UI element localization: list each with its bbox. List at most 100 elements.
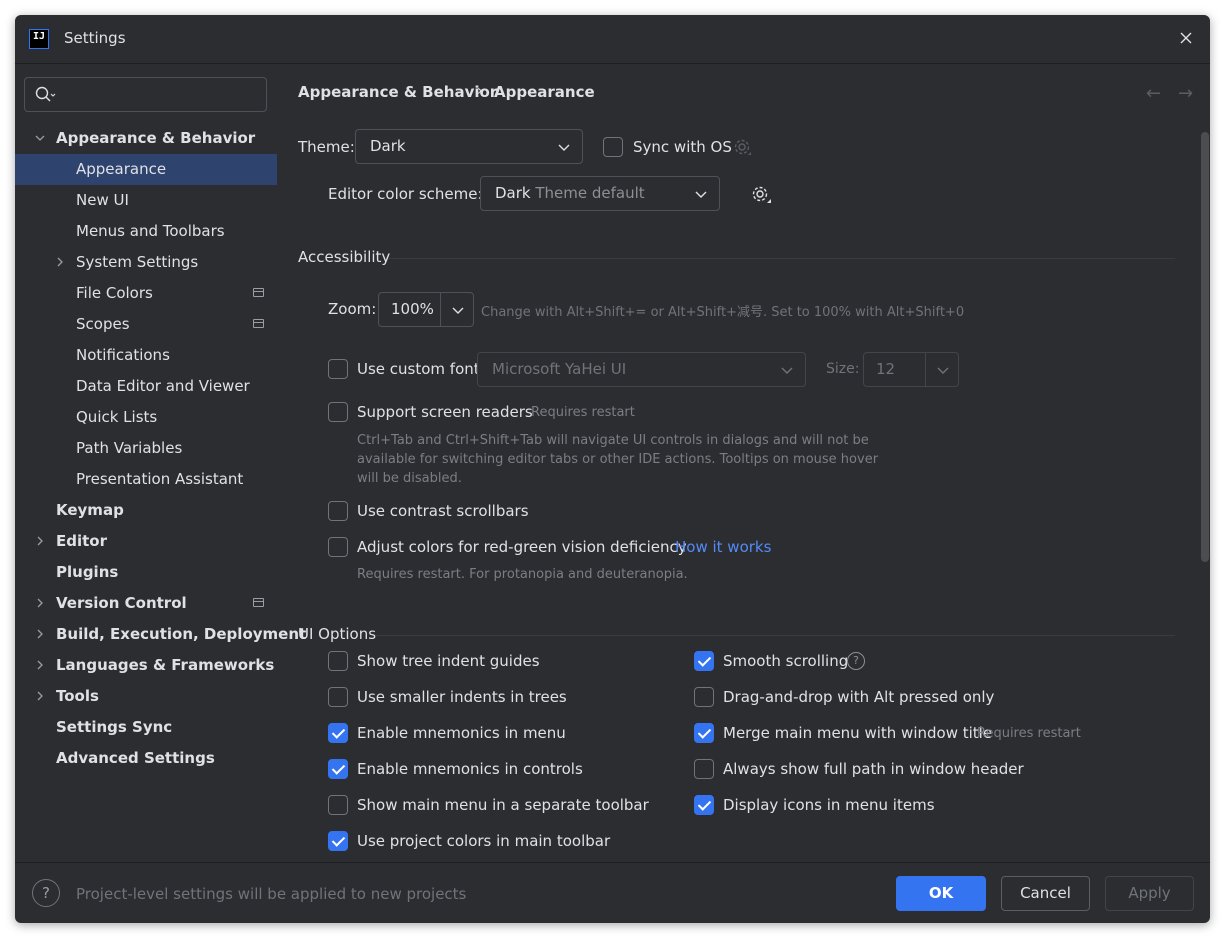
sidebar-item[interactable]: System Settings [15, 247, 277, 278]
sync-with-os-checkbox[interactable] [603, 137, 623, 157]
sidebar-item-label: Menus and Toolbars [76, 222, 225, 240]
breadcrumb-parent[interactable]: Appearance & Behavior [298, 83, 497, 101]
theme-label: Theme: [298, 138, 355, 156]
back-arrow-icon[interactable]: ← [1146, 83, 1161, 104]
sidebar-item[interactable]: Path Variables [15, 433, 277, 464]
settings-dialog: IJ Settings Appearance & Behavior Appeara… [15, 15, 1210, 923]
option-checkbox[interactable] [694, 723, 714, 743]
sidebar-item[interactable]: Menus and Toolbars [15, 216, 277, 247]
sidebar-item-label: Notifications [76, 346, 170, 364]
sidebar-item-label: Version Control [56, 594, 187, 612]
option-checkbox[interactable] [328, 723, 348, 743]
chevron-right-icon[interactable] [35, 660, 45, 670]
sidebar-item[interactable]: File Colors [15, 278, 277, 309]
project-level-icon [253, 288, 264, 297]
sidebar-item[interactable]: New UI [15, 185, 277, 216]
option-label: Display icons in menu items [723, 796, 935, 814]
option-label: Show tree indent guides [357, 652, 540, 670]
help-icon[interactable]: ? [847, 652, 865, 670]
title-bar: IJ Settings [15, 15, 1210, 64]
chevron-down-icon[interactable] [35, 133, 45, 143]
red-green-label: Adjust colors for red-green vision defic… [357, 538, 687, 556]
editor-color-scheme-value: Dark Theme default [495, 184, 645, 202]
sidebar-item[interactable]: Editor [15, 526, 277, 557]
editor-color-scheme-label: Editor color scheme: [328, 185, 483, 203]
option-checkbox[interactable] [694, 687, 714, 707]
sync-with-os-label: Sync with OS [633, 138, 732, 156]
apply-button[interactable]: Apply [1105, 876, 1194, 911]
option-checkbox[interactable] [694, 759, 714, 779]
option-label: Use smaller indents in trees [357, 688, 567, 706]
cancel-button[interactable]: Cancel [1001, 876, 1090, 911]
sidebar-item-label: System Settings [76, 253, 199, 271]
chevron-down-icon [695, 191, 707, 198]
sidebar-item[interactable]: Version Control [15, 588, 277, 619]
zoom-label: Zoom: [328, 300, 377, 318]
contrast-scrollbars-label: Use contrast scrollbars [357, 502, 529, 520]
contrast-scrollbars-checkbox[interactable] [328, 501, 348, 521]
chevron-right-icon[interactable] [55, 257, 65, 267]
option-label: Always show full path in window header [723, 760, 1024, 778]
option-checkbox[interactable] [328, 759, 348, 779]
sidebar-item[interactable]: Data Editor and Viewer [15, 371, 277, 402]
option-checkbox[interactable] [328, 831, 348, 851]
close-icon[interactable] [1176, 28, 1196, 48]
sidebar-item-label: Keymap [56, 501, 124, 519]
zoom-combobox[interactable]: 100% [378, 292, 474, 327]
sidebar-item[interactable]: Advanced Settings [15, 743, 277, 774]
sidebar-item-label: Quick Lists [76, 408, 158, 426]
screen-readers-checkbox[interactable] [328, 402, 348, 422]
sidebar-item[interactable]: Tools [15, 681, 277, 712]
section-divider [388, 258, 1175, 259]
sidebar-item[interactable]: Build, Execution, Deployment [15, 619, 306, 650]
sidebar-item[interactable]: Quick Lists [15, 402, 277, 433]
red-green-checkbox[interactable] [328, 537, 348, 557]
scrollbar[interactable] [1200, 132, 1210, 862]
option-hint: Requires restart [977, 726, 1081, 741]
option-checkbox[interactable] [328, 687, 348, 707]
sidebar-item-label: Appearance [76, 160, 167, 178]
project-level-icon [253, 319, 264, 328]
option-checkbox[interactable] [694, 795, 714, 815]
option-checkbox[interactable] [328, 795, 348, 815]
how-it-works-link[interactable]: How it works [675, 538, 771, 556]
sidebar-item[interactable]: Appearance [15, 154, 277, 185]
scrollbar-thumb[interactable] [1201, 132, 1209, 562]
gear-icon[interactable] [733, 138, 753, 158]
ok-button[interactable]: OK [896, 876, 986, 911]
sidebar-item[interactable]: Appearance & Behavior [15, 123, 277, 154]
chevron-right-icon[interactable] [35, 691, 45, 701]
option-label: Enable mnemonics in menu [357, 724, 566, 742]
theme-dropdown[interactable]: Dark [355, 129, 583, 164]
custom-font-label: Use custom font: [357, 360, 485, 378]
screen-readers-hint: Requires restart [531, 405, 635, 420]
font-size-combobox[interactable]: 12 [863, 352, 959, 387]
option-label: Show main menu in a separate toolbar [357, 796, 649, 814]
editor-color-scheme-dropdown[interactable]: Dark Theme default [480, 176, 720, 211]
theme-value: Dark [370, 137, 406, 155]
sidebar-item[interactable]: Scopes [15, 309, 277, 340]
help-icon[interactable]: ? [32, 879, 60, 907]
sidebar-item[interactable]: Plugins [15, 557, 277, 588]
option-label: Enable mnemonics in controls [357, 760, 583, 778]
forward-arrow-icon[interactable]: → [1178, 83, 1193, 104]
custom-font-dropdown[interactable]: Microsoft YaHei UI [477, 352, 806, 387]
sidebar-item[interactable]: Languages & Frameworks [15, 650, 277, 681]
settings-content: Appearance & Behavior › Appearance ← → T… [277, 64, 1210, 862]
sidebar-item[interactable]: Notifications [15, 340, 277, 371]
sidebar-item[interactable]: Presentation Assistant [15, 464, 277, 495]
custom-font-checkbox[interactable] [328, 359, 348, 379]
option-label: Use project colors in main toolbar [357, 832, 611, 850]
search-input[interactable] [24, 77, 267, 112]
chevron-right-icon[interactable] [35, 536, 45, 546]
option-checkbox[interactable] [694, 651, 714, 671]
gear-icon[interactable] [751, 185, 773, 207]
sidebar-item[interactable]: Settings Sync [15, 712, 277, 743]
chevron-right-icon[interactable] [35, 598, 45, 608]
sidebar-item-label: New UI [76, 191, 129, 209]
chevron-right-icon[interactable] [35, 629, 45, 639]
option-checkbox[interactable] [328, 651, 348, 671]
sidebar-item-label: Scopes [76, 315, 130, 333]
sidebar-item-label: Advanced Settings [56, 749, 215, 767]
sidebar-item[interactable]: Keymap [15, 495, 277, 526]
